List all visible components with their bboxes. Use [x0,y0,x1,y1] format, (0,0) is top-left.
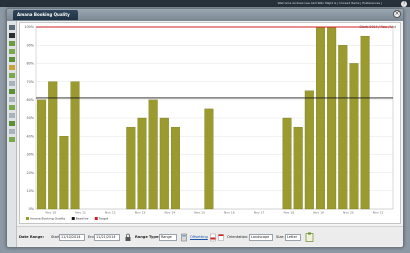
layer-icon[interactable] [9,73,15,78]
bar [360,35,370,210]
y-tick-label: 30% [26,153,34,157]
bar [159,117,169,210]
x-tick-label: Nov 16 [224,211,235,215]
date-range-label: Date Range: [19,235,45,239]
help-icon[interactable]: ? [401,1,407,7]
table-icon[interactable] [9,105,15,110]
chart-window: Amana Booking Quality × Start: 2014 / Re… [6,8,404,248]
legend-label: Baseline [76,217,89,221]
x-tick-label: Nov 12 [105,211,116,215]
window-titlebar: Amana Booking Quality × [7,9,403,21]
welcome-text: Welcome Andrew Lee Abd Wan Majid G | Unr… [277,1,382,5]
clipboard-icon[interactable] [305,232,314,242]
bar [37,99,47,210]
bar [204,108,214,210]
bar [148,99,158,210]
tree-icon[interactable] [9,41,15,46]
y-tick-label: 70% [26,80,34,84]
lock-icon[interactable] [124,233,132,242]
bar [282,117,292,210]
bar [338,45,348,210]
bar [137,117,147,210]
folder-icon[interactable] [9,65,15,70]
x-tick-label: Nov 19 [313,211,324,215]
legend-swatch [71,217,75,220]
y-tick-label: 80% [26,62,34,66]
bar [349,63,359,210]
y-tick-label: 10% [26,189,34,193]
calculator-icon[interactable] [180,233,188,242]
bar [126,126,136,210]
bar [327,26,337,210]
pdf-icon[interactable] [209,233,217,242]
y-tick-label: 20% [26,171,34,175]
close-icon[interactable]: × [393,10,401,18]
y-tick-label: 60% [26,98,34,102]
bar [59,136,69,210]
y-tick-label: 100% [24,25,34,29]
legend-swatch [94,217,98,220]
x-tick-label: Nov 18 [284,211,295,215]
chart-icon[interactable] [9,33,15,38]
export-icon[interactable] [9,89,15,94]
range-type-label: Range Type: [135,235,160,239]
start-date-input[interactable]: 11/10/2014 [59,234,85,241]
size-label: Size: [276,235,285,239]
size-select[interactable]: Letter [285,234,301,241]
filter-icon[interactable] [9,49,15,54]
window-title[interactable]: Amana Booking Quality [13,10,78,20]
note-icon[interactable] [9,129,15,134]
x-tick-label: Nov 13 [135,211,146,215]
bar [48,81,58,210]
offsetting-link[interactable]: Offsetting [190,235,208,239]
top-bar: Welcome Andrew Lee Abd Wan Majid G | Unr… [0,0,410,7]
x-tick-label: Nov 20 [343,211,354,215]
bar-chart: 0% 10% 20% 30% 40% 50% 60% 70% 80% 90% 100% Nov 10 N… [24,25,394,221]
menu-icon[interactable] [9,25,15,30]
y-tick-label: 90% [26,43,34,47]
orientation-label: Orientation: [227,235,249,239]
bar [304,90,314,210]
x-tick-label: Nov 17 [254,211,265,215]
y-tick-label: 50% [26,116,34,120]
y-tick-label: 40% [26,134,34,138]
x-tick-label: Nov 15 [194,211,205,215]
legend-swatch [26,217,29,220]
x-tick-label: Nov 10 [46,211,57,215]
y-tick-label: 0% [29,207,35,211]
x-tick-label: Nov 14 [165,211,176,215]
settings-icon[interactable] [9,113,15,118]
x-tick-label: Nov 11 [75,211,86,215]
orientation-select[interactable]: Landscape [249,234,273,241]
list-icon[interactable] [9,97,15,102]
chart-type-icon[interactable] [9,57,15,62]
bar [70,81,80,210]
report-icon[interactable] [9,121,15,126]
calendar-icon[interactable] [217,233,225,242]
range-type-select[interactable]: Range [159,234,177,241]
share-icon[interactable] [9,137,15,142]
chart-area: Start: 2014 / Rev. / List 0%10%20%30%40%… [19,22,401,224]
legend-label: Amana Booking Quality [30,217,66,221]
x-tick-label: Nov 21 [373,211,384,215]
bar [170,126,180,210]
legend-label: Target [98,217,109,221]
bar [315,26,325,210]
grid-icon[interactable] [9,81,15,86]
tool-sidebar [7,21,17,247]
end-date-input[interactable]: 11/21/2014 [94,234,120,241]
footer-controls: Date Range: Start 11/10/2014 End 11/21/2… [17,226,403,246]
bar [293,126,303,210]
